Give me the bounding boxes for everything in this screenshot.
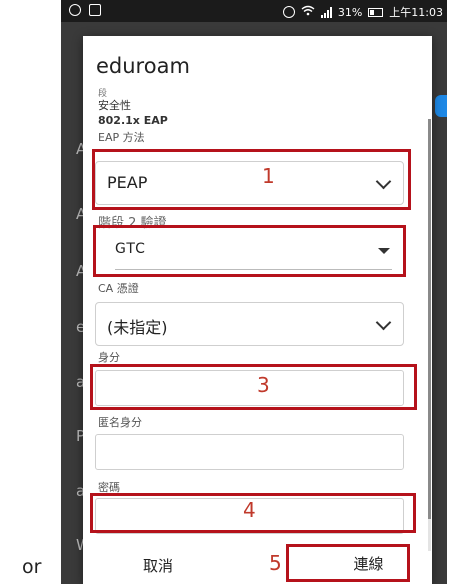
phone-screenshot: 31% 上午11:03 A A A e a P a W eduroam 段 安全… (61, 0, 447, 584)
message-icon (89, 4, 101, 16)
eap-method-label: EAP 方法 (98, 131, 145, 144)
annotation-box-2 (93, 225, 406, 277)
status-bar: 31% 上午11:03 (61, 0, 447, 22)
wifi-icon (301, 5, 315, 19)
annotation-number-4: 4 (243, 498, 256, 522)
ca-cert-label: CA 憑證 (98, 282, 139, 295)
scrollbar-thumb[interactable] (428, 119, 431, 519)
anon-identity-label: 匿名身分 (98, 416, 142, 429)
caption-or: or (22, 556, 42, 578)
dialog-title: eduroam (96, 54, 190, 78)
annotation-number-5: 5 (269, 551, 282, 575)
security-label: 安全性 (98, 99, 131, 112)
background-toggle (435, 95, 447, 117)
annotation-number-3: 3 (257, 373, 270, 397)
signal-icon (320, 6, 332, 18)
anon-identity-input[interactable] (95, 434, 404, 470)
identity-label: 身分 (98, 351, 120, 364)
annotation-number-1: 1 (262, 164, 275, 188)
chevron-down-icon (375, 314, 392, 331)
ca-cert-value: (未指定) (107, 318, 168, 337)
security-value: 802.1x EAP (98, 114, 168, 127)
cancel-button[interactable]: 取消 (143, 555, 173, 576)
annotation-box-5 (286, 544, 410, 582)
clock: 上午11:03 (389, 6, 443, 19)
alarm-icon (282, 6, 295, 18)
alert-icon (69, 4, 81, 16)
ca-cert-select[interactable]: (未指定) (95, 302, 404, 346)
annotation-box-3 (90, 364, 417, 410)
wifi-config-dialog: eduroam 段 安全性 802.1x EAP EAP 方法 PEAP 階段 … (83, 36, 432, 584)
battery-percent: 31% (337, 5, 363, 19)
battery-icon (368, 7, 384, 17)
annotation-box-1 (92, 149, 411, 210)
